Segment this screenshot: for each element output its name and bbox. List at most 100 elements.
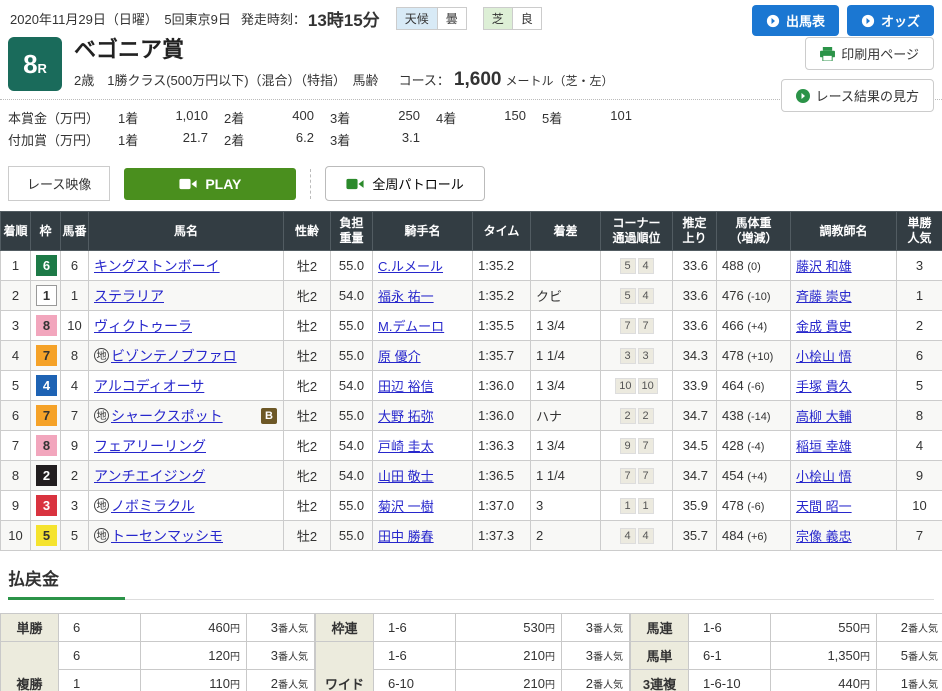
horse-name-cell: アルコディオーサ [89, 371, 284, 401]
horse-weight-diff: (-6) [747, 501, 764, 513]
race-title: ベゴニア賞 [74, 37, 613, 63]
horse-weight-cell: 428 (-4) [717, 431, 791, 461]
horse-name-link[interactable]: アルコディオーサ [94, 378, 204, 394]
jockey-link[interactable]: M.デムーロ [378, 319, 444, 334]
trainer-cell: 藤沢 和雄 [791, 251, 897, 281]
carried-weight: 55.0 [331, 521, 373, 551]
corner-position: 7 [638, 438, 654, 454]
jockey-link[interactable]: C.ルメール [378, 259, 443, 274]
prize-amount: 400 [256, 108, 330, 127]
trainer-link[interactable]: 小桧山 悟 [796, 349, 852, 364]
prize-amount: 101 [574, 108, 648, 127]
frame-number-badge: 6 [36, 255, 57, 276]
prize-pair: 5着 101 [542, 108, 648, 127]
trainer-cell: 天間 昭一 [791, 491, 897, 521]
margin: 1 3/4 [531, 371, 601, 401]
prize-place: 3着 [330, 108, 362, 127]
jockey-cell: 山田 敬士 [373, 461, 473, 491]
race-result-page: 2020年11月29日（日曜） 5回東京9日 発走時刻： 13時15分 天候 曇… [0, 0, 942, 691]
trainer-link[interactable]: 小桧山 悟 [796, 469, 852, 484]
horse-name-link[interactable]: ステラリア [94, 288, 164, 304]
course-label: コース： [399, 70, 450, 89]
payout-row-quinella: 馬連 1-6 550円 2番人気 [631, 614, 942, 642]
finish-position: 8 [1, 461, 31, 491]
horse-name-link[interactable]: シャークスポット [111, 408, 223, 424]
jockey-link[interactable]: 山田 敬士 [378, 469, 434, 484]
time: 1:36.3 [473, 431, 531, 461]
result-row: 10 5 5 地トーセンマッシモ 牡2 55.0 田中 勝春 1:37.3 2 … [1, 521, 942, 551]
sex-age: 牝2 [284, 281, 331, 311]
horse-weight-diff: (-10) [747, 291, 770, 303]
horse-name-link[interactable]: フェアリーリング [94, 438, 206, 454]
circle-arrow-icon [766, 14, 780, 28]
horse-number: 9 [61, 431, 89, 461]
finish-position: 2 [1, 281, 31, 311]
wide-favorite: 3番人気 [562, 642, 630, 670]
trainer-link[interactable]: 手塚 貴久 [796, 379, 852, 394]
print-page-button[interactable]: 印刷用ページ [805, 37, 934, 70]
video-camera-icon [179, 178, 197, 190]
blinkers-badge: B [261, 408, 277, 424]
sex-age: 牝2 [284, 431, 331, 461]
trainer-link[interactable]: 金成 貴史 [796, 319, 852, 334]
col-margin: 着差 [531, 212, 601, 251]
odds-button[interactable]: オッズ [847, 5, 934, 36]
last-3f-time: 34.3 [673, 341, 717, 371]
trainer-link[interactable]: 藤沢 和雄 [796, 259, 852, 274]
exacta-favorite: 5番人気 [877, 642, 942, 670]
trainer-link[interactable]: 天間 昭一 [796, 499, 852, 514]
last-3f-time: 35.7 [673, 521, 717, 551]
payout-row-bracket: 枠連 1-6 530円 3番人気 [316, 614, 630, 642]
horse-number: 10 [61, 311, 89, 341]
jockey-link[interactable]: 戸崎 圭太 [378, 439, 434, 454]
horse-weight: 476 [722, 288, 744, 303]
entry-table-button[interactable]: 出馬表 [752, 5, 839, 36]
start-time-label: 発走時刻： [241, 9, 306, 28]
corner-position: 9 [620, 438, 636, 454]
time: 1:37.3 [473, 521, 531, 551]
win-favorite: 6 [897, 341, 942, 371]
horse-name-link[interactable]: ビゾンテノブファロ [111, 348, 237, 364]
corner-position: 10 [615, 378, 635, 394]
place-combo: 6 [59, 642, 141, 670]
jockey-link[interactable]: 田中 勝春 [378, 529, 434, 544]
prize-amount: 3.1 [362, 130, 436, 149]
corner-position: 4 [638, 258, 654, 274]
frame-number-badge: 7 [36, 405, 57, 426]
jockey-link[interactable]: 大野 拓弥 [378, 409, 434, 424]
horse-name-link[interactable]: キングストンボーイ [94, 258, 220, 274]
jockey-link[interactable]: 福永 祐一 [378, 289, 434, 304]
win-favorite: 10 [897, 491, 942, 521]
trainer-link[interactable]: 斉藤 崇史 [796, 289, 852, 304]
side-buttons: 印刷用ページ レース結果の見方 [781, 37, 934, 112]
horse-name-link[interactable]: アンチエイジング [94, 468, 205, 484]
trainer-link[interactable]: 稲垣 幸雄 [796, 439, 852, 454]
place-amount: 120円 [141, 642, 247, 670]
trainer-link[interactable]: 高柳 大輔 [796, 409, 852, 424]
win-favorite: 5 [897, 371, 942, 401]
frame-number-badge: 4 [36, 375, 57, 396]
corner-position: 1 [638, 498, 654, 514]
jockey-link[interactable]: 田辺 裕信 [378, 379, 434, 394]
patrol-video-button[interactable]: 全周パトロール [325, 166, 484, 201]
horse-number: 6 [61, 251, 89, 281]
result-guide-button[interactable]: レース結果の見方 [781, 79, 934, 112]
jockey-cell: 菊沢 一樹 [373, 491, 473, 521]
play-button[interactable]: PLAY [124, 168, 296, 200]
finish-position: 1 [1, 251, 31, 281]
trainer-link[interactable]: 宗像 義忠 [796, 529, 852, 544]
frame-number-badge: 8 [36, 315, 57, 336]
jockey-link[interactable]: 原 優介 [378, 349, 421, 364]
horse-name-link[interactable]: トーセンマッシモ [111, 528, 223, 544]
horse-weight-diff: (+6) [747, 531, 767, 543]
jockey-link[interactable]: 菊沢 一樹 [378, 499, 434, 514]
horse-name-link[interactable]: ヴィクトゥーラ [94, 318, 192, 334]
col-carried-weight: 負担 重量 [331, 212, 373, 251]
carried-weight: 55.0 [331, 251, 373, 281]
corner-position: 2 [638, 408, 654, 424]
corner-order: 1010 [601, 371, 673, 401]
col-frame: 枠 [31, 212, 61, 251]
finish-position: 4 [1, 341, 31, 371]
corner-position: 10 [638, 378, 658, 394]
horse-name-link[interactable]: ノボミラクル [111, 498, 195, 514]
